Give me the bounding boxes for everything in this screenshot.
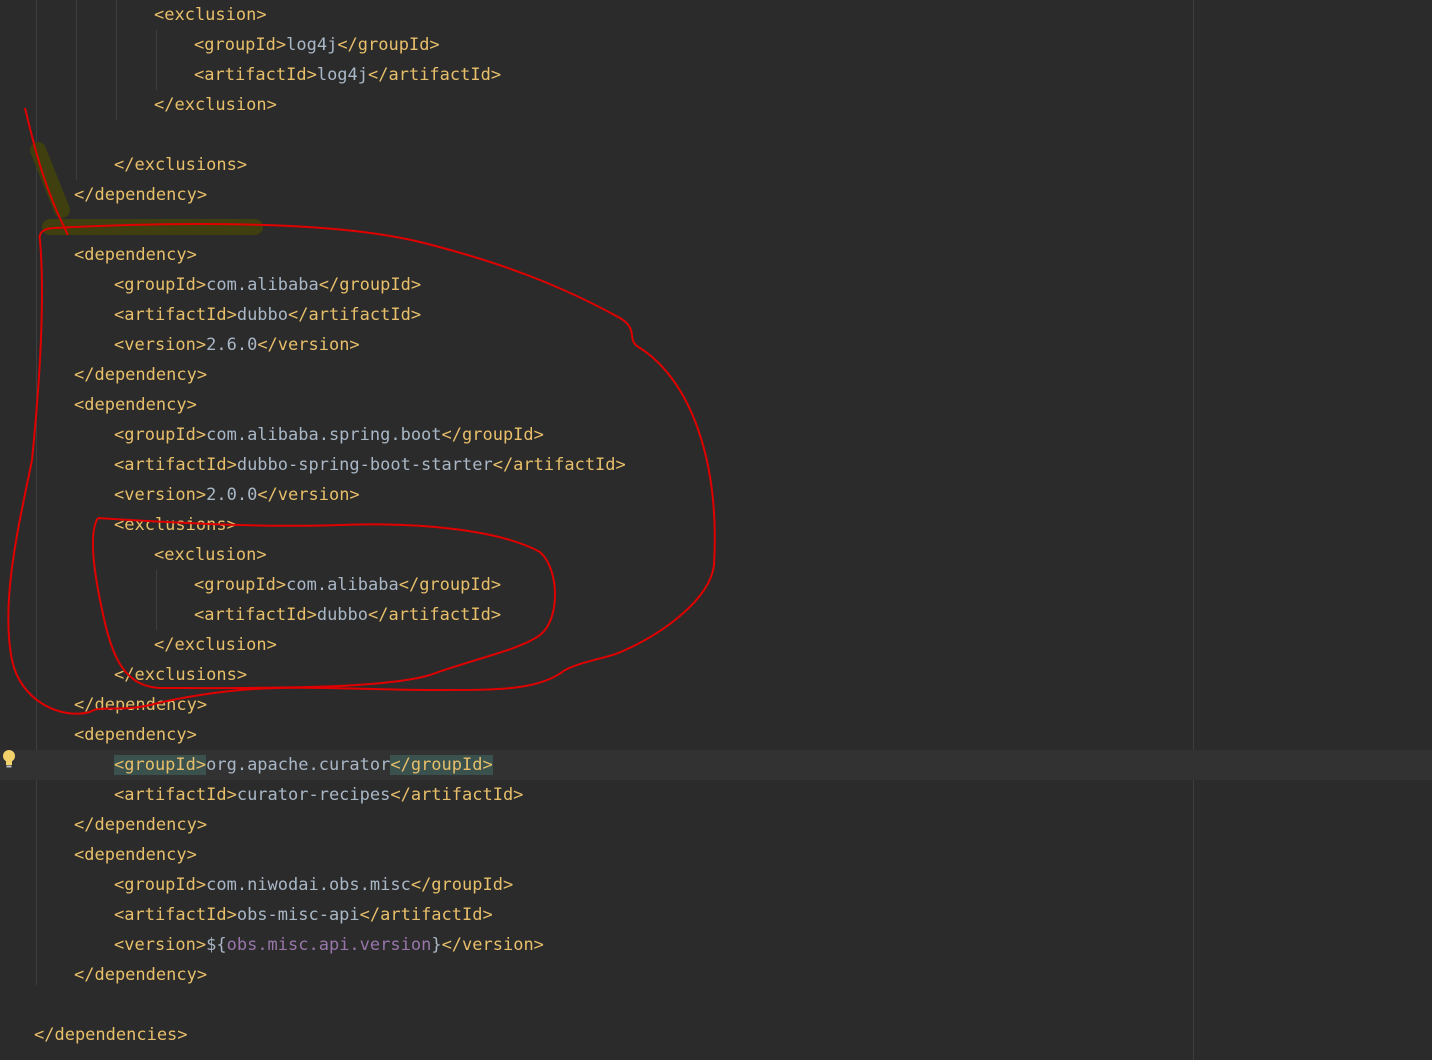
xml-tag: <groupId>: [114, 425, 207, 445]
indent-guide: [116, 0, 117, 120]
xml-tag: <artifactId>: [114, 455, 237, 475]
xml-text: obs-misc-api: [236, 905, 360, 925]
xml-tag: <version>: [114, 335, 207, 355]
xml-tag: <dependency>: [74, 845, 197, 865]
xml-text: log4j: [316, 65, 369, 85]
xml-tag: </exclusions>: [114, 155, 248, 175]
xml-text: 2.6.0: [206, 335, 258, 355]
xml-tag: </artifactId>: [288, 305, 422, 325]
xml-tag: </dependency>: [74, 695, 208, 715]
xml-tag: </groupId>: [441, 425, 544, 445]
xml-text: dubbo: [236, 305, 289, 325]
xml-tag: </version>: [257, 335, 360, 355]
xml-tag: </groupId>: [337, 35, 440, 55]
xml-text: ${: [206, 935, 227, 955]
xml-tag: </groupId>: [390, 755, 493, 775]
xml-tag: <version>: [114, 485, 207, 505]
xml-text: dubbo: [316, 605, 369, 625]
xml-tag: <dependency>: [74, 395, 197, 415]
xml-tag: <groupId>: [114, 755, 207, 775]
xml-tag: <groupId>: [194, 35, 287, 55]
xml-text: 2.0.0: [206, 485, 258, 505]
xml-tag: </dependency>: [74, 965, 208, 985]
red-check-stroke: [24, 107, 69, 236]
xml-tag: </groupId>: [318, 275, 422, 295]
xml-text: curator-recipes: [236, 785, 391, 805]
xml-text: dubbo-spring-boot-starter: [236, 455, 493, 475]
xml-tag: </artifactId>: [492, 455, 626, 475]
xml-text: com.alibaba: [206, 275, 319, 295]
xml-tag: </exclusion>: [154, 95, 277, 115]
lightbulb-icon[interactable]: [2, 749, 16, 769]
xml-text: com.alibaba.spring.boot: [206, 425, 442, 445]
xml-tag: </version>: [441, 935, 544, 955]
xml-text: log4j: [286, 35, 338, 55]
xml-tag: </dependency>: [74, 815, 208, 835]
xml-tag: </artifactId>: [368, 605, 502, 625]
xml-tag: <artifactId>: [114, 785, 237, 805]
xml-text: obs.misc.api.version: [226, 935, 432, 955]
xml-tag: <dependency>: [74, 245, 197, 265]
indent-guide: [156, 570, 157, 630]
xml-text: org.apache.curator: [206, 755, 391, 775]
xml-tag: </version>: [257, 485, 360, 505]
xml-tag: </dependency>: [74, 185, 208, 205]
code-editor[interactable]: <exclusion> <groupId>log4j</groupId> <arti…: [0, 0, 1432, 1060]
indent-guide: [36, 0, 37, 985]
xml-tag: </exclusions>: [114, 665, 248, 685]
xml-tag: <artifactId>: [114, 905, 237, 925]
indent-guide: [76, 0, 77, 180]
xml-tag: <artifactId>: [194, 605, 317, 625]
xml-tag: </artifactId>: [390, 785, 524, 805]
xml-tag: <artifactId>: [114, 305, 237, 325]
indent-guide: [156, 30, 157, 90]
xml-tag: <groupId>: [114, 275, 207, 295]
xml-tag: </dependencies>: [34, 1025, 188, 1045]
right-margin-guide: [1193, 0, 1194, 1060]
xml-tag: </dependency>: [74, 365, 208, 385]
code-line[interactable]: <groupId>org.apache.curator</groupId>: [0, 750, 1432, 780]
xml-tag: </artifactId>: [359, 905, 493, 925]
xml-text: com.alibaba: [286, 575, 399, 595]
xml-tag: <exclusion>: [154, 5, 267, 25]
xml-tag: </groupId>: [398, 575, 502, 595]
xml-tag: <exclusions>: [114, 515, 237, 535]
xml-tag: </artifactId>: [368, 65, 502, 85]
xml-tag: <artifactId>: [194, 65, 317, 85]
xml-tag: <version>: [114, 935, 207, 955]
xml-tag: </exclusion>: [154, 635, 277, 655]
xml-text: }: [431, 935, 442, 955]
highlighter-mark: [30, 142, 70, 218]
xml-text: com.niwodai.obs.misc: [206, 875, 411, 895]
xml-tag: </groupId>: [410, 875, 514, 895]
xml-tag: <groupId>: [114, 875, 207, 895]
xml-tag: <dependency>: [74, 725, 197, 745]
xml-tag: <groupId>: [194, 575, 287, 595]
xml-tag: <exclusion>: [154, 545, 267, 565]
